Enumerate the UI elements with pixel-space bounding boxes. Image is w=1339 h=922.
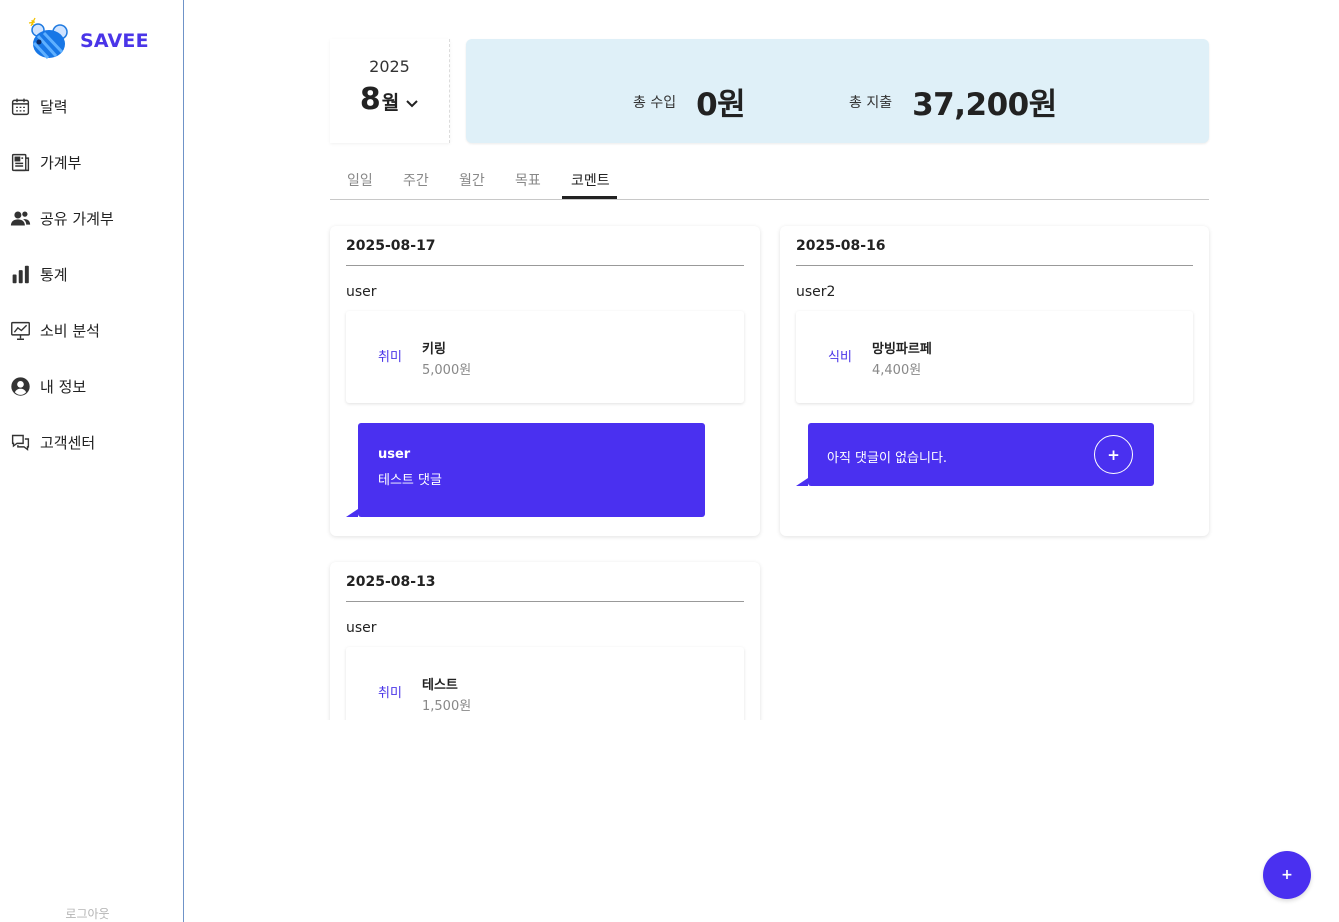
entry-amount: 1,500원: [422, 699, 472, 714]
entry-amount: 5,000원: [422, 363, 472, 378]
users-icon: [10, 211, 31, 225]
entry-category: 취미: [378, 686, 402, 701]
comment-author: user: [378, 447, 411, 462]
logout-button[interactable]: 로그아웃: [0, 906, 175, 922]
entry-category: 취미: [378, 350, 402, 365]
sidebar: SAVEE 달력 가계부 공유 가계부 통계 소비 분석 내 정보 고객센터 로…: [0, 0, 184, 922]
entry-name: 망빙파르페: [872, 342, 932, 357]
entry-amount: 4,400원: [872, 363, 922, 378]
analysis-icon: [11, 321, 30, 340]
sidebar-item-spending-analysis[interactable]: 소비 분석: [0, 302, 183, 358]
expense-summary: 총 지출 37,200원: [849, 79, 1057, 124]
bubble-tail: [796, 478, 808, 486]
income-summary: 총 수입 0원: [633, 79, 746, 124]
comment-card: 2025-08-16 user2 식비 망빙파르페 4,400원 아직 댓글이 …: [780, 226, 1209, 536]
sidebar-item-label: 통계: [40, 265, 68, 284]
logo[interactable]: SAVEE: [26, 16, 149, 62]
income-value: 0원: [696, 87, 746, 123]
tab-comment[interactable]: 코멘트: [571, 170, 610, 190]
sidebar-item-label: 가계부: [40, 153, 82, 172]
profile-icon: [11, 376, 30, 396]
chevron-down-icon[interactable]: [405, 99, 419, 109]
sidebar-item-label: 내 정보: [40, 377, 87, 396]
add-floating-button[interactable]: +: [1263, 851, 1311, 899]
year-label: 2025: [369, 57, 410, 76]
sidebar-item-label: 공유 가계부: [40, 209, 114, 228]
view-tabs: 일일 주간 월간 목표 코멘트: [330, 160, 1209, 200]
card-divider: [796, 265, 1193, 266]
card-divider: [346, 265, 744, 266]
add-comment-button[interactable]: +: [1094, 435, 1133, 474]
tab-weekly[interactable]: 주간: [403, 170, 429, 190]
bubble-tail: [346, 509, 358, 517]
sidebar-item-shared-ledger[interactable]: 공유 가계부: [0, 190, 183, 246]
no-comment-text: 아직 댓글이 없습니다.: [827, 451, 948, 466]
entry-name: 키링: [422, 342, 446, 357]
sidebar-item-label: 고객센터: [40, 433, 96, 452]
card-clip-region: 2025-08-13 user 취미 테스트 1,500원: [326, 556, 766, 720]
comment-bubble-empty: 아직 댓글이 없습니다. +: [796, 423, 1154, 486]
comment-card: 2025-08-13 user 취미 테스트 1,500원: [330, 562, 760, 720]
sidebar-item-my-info[interactable]: 내 정보: [0, 358, 183, 414]
sidebar-item-label: 달력: [40, 97, 68, 116]
card-date: 2025-08-16: [796, 238, 886, 254]
sidebar-item-calendar[interactable]: 달력: [0, 78, 183, 134]
sidebar-item-customer-center[interactable]: 고객센터: [0, 414, 183, 470]
sidebar-item-statistics[interactable]: 통계: [0, 246, 183, 302]
transaction-entry[interactable]: 취미 키링 5,000원: [346, 311, 744, 403]
sidebar-item-label: 소비 분석: [40, 321, 100, 340]
expense-label: 총 지출: [849, 94, 893, 111]
tab-monthly[interactable]: 월간: [459, 170, 485, 190]
bar-chart-icon: [12, 265, 29, 283]
card-date: 2025-08-17: [346, 238, 436, 254]
income-label: 총 수입: [633, 94, 677, 111]
card-date: 2025-08-13: [346, 574, 436, 590]
app-name: SAVEE: [80, 30, 149, 52]
comment-text: 테스트 댓글: [378, 473, 442, 488]
card-user: user: [346, 284, 377, 300]
entry-name: 테스트: [422, 678, 458, 693]
month-number: 8: [359, 82, 381, 117]
comment-card: 2025-08-17 user 취미 키링 5,000원 user 테스트 댓글: [330, 226, 760, 536]
summary-panel: 총 수입 0원 총 지출 37,200원: [466, 39, 1209, 143]
entry-category: 식비: [828, 350, 852, 365]
card-user: user2: [796, 284, 836, 300]
active-tab-indicator: [562, 196, 617, 199]
bee-logo-icon: [28, 17, 68, 60]
card-user: user: [346, 620, 377, 636]
calendar-icon: [11, 98, 30, 115]
chat-icon: [11, 434, 30, 451]
month-selector[interactable]: 2025 8 월: [330, 39, 450, 143]
tab-goal[interactable]: 목표: [515, 170, 541, 190]
month-unit: 월: [381, 92, 400, 114]
sidebar-nav: 달력 가계부 공유 가계부 통계 소비 분석 내 정보 고객센터: [0, 78, 183, 470]
expense-value: 37,200원: [912, 87, 1057, 123]
comment-bubble[interactable]: user 테스트 댓글: [346, 423, 705, 517]
transaction-entry[interactable]: 식비 망빙파르페 4,400원: [796, 311, 1193, 403]
ledger-icon: [11, 153, 30, 171]
transaction-entry[interactable]: 취미 테스트 1,500원: [346, 647, 744, 720]
tab-daily[interactable]: 일일: [347, 170, 373, 190]
sidebar-item-ledger[interactable]: 가계부: [0, 134, 183, 190]
card-divider: [346, 601, 744, 602]
